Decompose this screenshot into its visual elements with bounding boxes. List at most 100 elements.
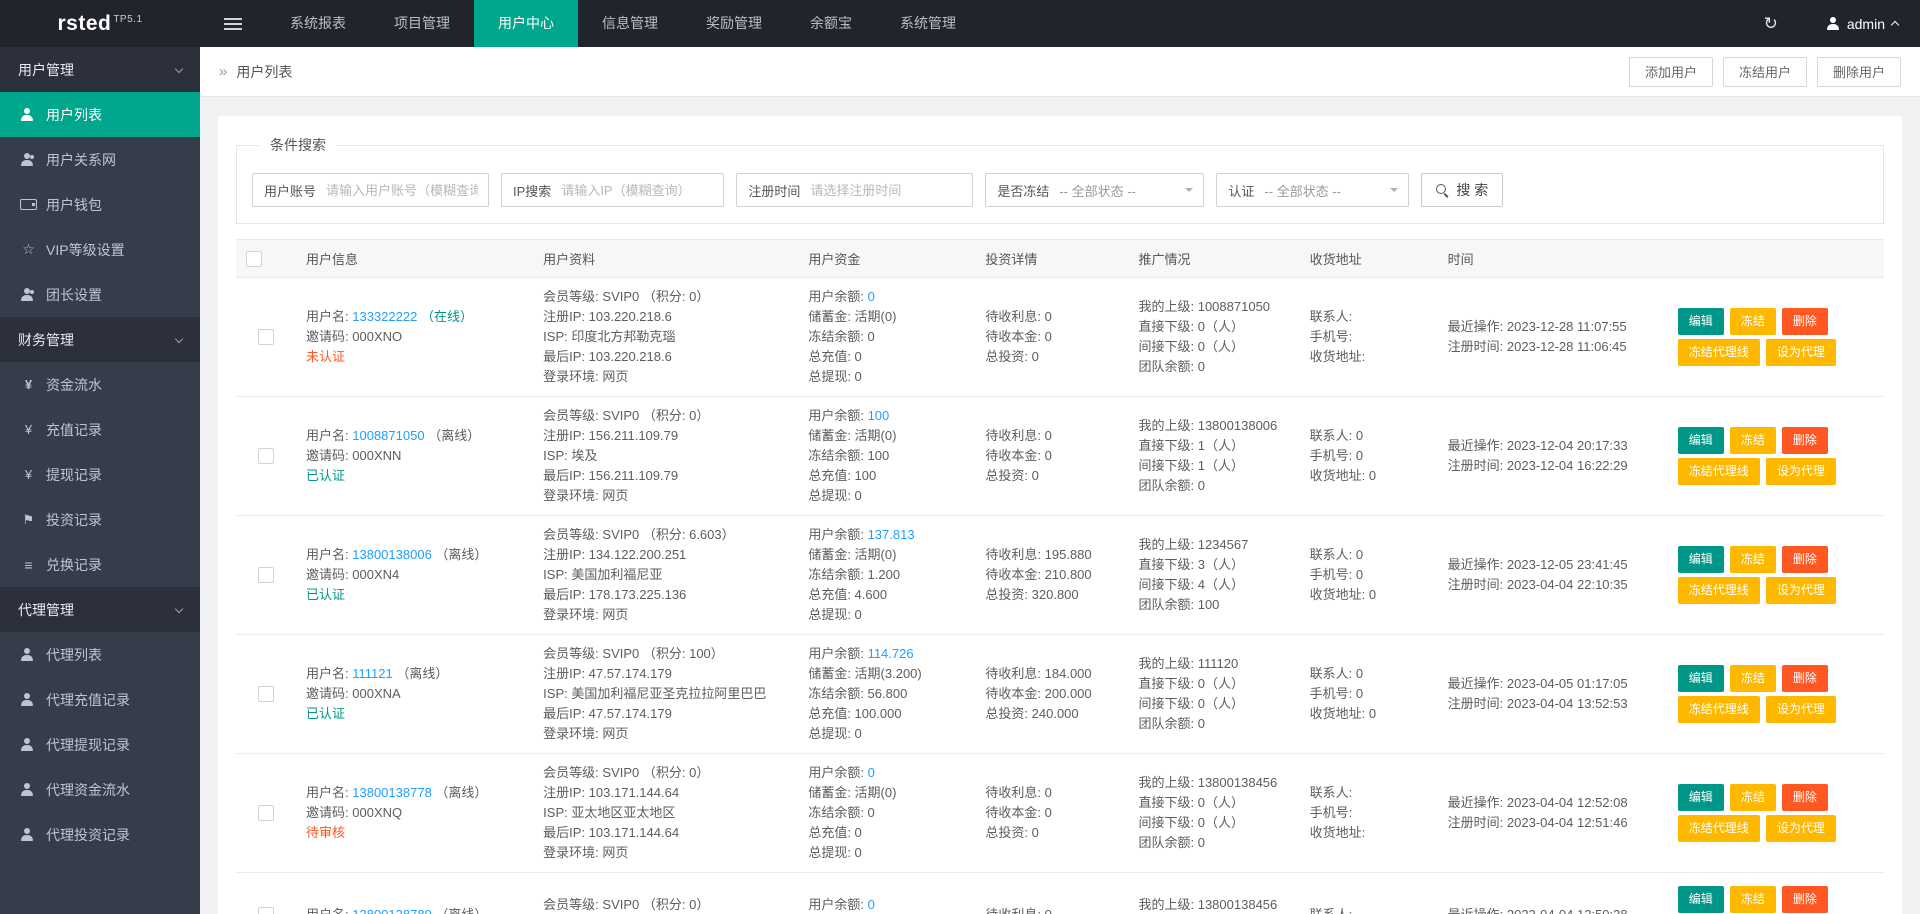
select-all-checkbox[interactable] xyxy=(246,250,262,267)
freeze-button[interactable]: 冻结 xyxy=(1729,665,1776,692)
filter-text-input[interactable] xyxy=(555,174,724,206)
sidebar-item[interactable]: 代理资金流水 xyxy=(0,767,200,812)
set-agent-button[interactable]: 设为代理 xyxy=(1765,339,1836,366)
admin-menu[interactable]: admin xyxy=(1804,0,1920,47)
user-funds-cell: 用户余额: 137.813 储蓄金: 活期(0) 冻结余额: 1.200 总充值: 4… xyxy=(798,515,976,635)
chevron-down-icon xyxy=(174,64,184,73)
sidebar-item[interactable]: 代理充值记录 xyxy=(0,677,200,722)
page-action-button[interactable]: 添加用户 xyxy=(1628,56,1713,87)
sidebar-item[interactable]: 代理投资记录 xyxy=(0,812,200,857)
freeze-agent-line-button[interactable]: 冻结代理线 xyxy=(1677,458,1760,485)
yen-icon xyxy=(20,422,37,437)
filter-text-input[interactable] xyxy=(320,174,489,206)
sidebar-item[interactable]: 兑换记录 xyxy=(0,542,200,587)
edit-button[interactable]: 编辑 xyxy=(1677,886,1724,913)
delete-button[interactable]: 删除 xyxy=(1781,308,1828,335)
nav-item[interactable]: 奖励管理 xyxy=(682,0,786,47)
username-link[interactable]: 1008871050 xyxy=(352,428,424,443)
page-action-button[interactable]: 冻结用户 xyxy=(1722,56,1807,87)
sidebar-group[interactable]: 财务管理 xyxy=(0,317,200,362)
freeze-button[interactable]: 冻结 xyxy=(1729,784,1776,811)
nav-item[interactable]: 项目管理 xyxy=(370,0,474,47)
set-agent-button[interactable]: 设为代理 xyxy=(1765,815,1836,842)
delete-button[interactable]: 删除 xyxy=(1781,665,1828,692)
sidebar-item[interactable]: 用户钱包 xyxy=(0,182,200,227)
balance-link[interactable]: 0 xyxy=(868,765,875,780)
balance-link[interactable]: 0 xyxy=(868,897,875,912)
invest-line: 总投资: 0 xyxy=(985,825,1039,840)
balance-link[interactable]: 0 xyxy=(868,289,875,304)
time-line: 最近操作: 2023-04-04 12:52:08 xyxy=(1447,795,1628,810)
row-checkbox[interactable] xyxy=(258,805,275,822)
freeze-button[interactable]: 冻结 xyxy=(1729,427,1776,454)
refresh-button[interactable]: ↻ xyxy=(1738,0,1804,47)
sidebar-item[interactable]: 团长设置 xyxy=(0,272,200,317)
sidebar-item[interactable]: 充值记录 xyxy=(0,407,200,452)
row-checkbox[interactable] xyxy=(258,329,275,346)
sidebar-item[interactable]: 投资记录 xyxy=(0,497,200,542)
user-icon xyxy=(20,648,37,661)
promo-line: 团队余额: 100 xyxy=(1138,597,1220,612)
username-link[interactable]: 111121 xyxy=(352,666,393,681)
username-link[interactable]: 13800138006 xyxy=(352,547,432,562)
row-checkbox[interactable] xyxy=(258,448,275,465)
promo-line: 直接下级: 0（人） xyxy=(1138,676,1244,691)
username-link[interactable]: 13800138789 xyxy=(352,907,432,914)
set-agent-button[interactable]: 设为代理 xyxy=(1765,696,1836,723)
edit-button[interactable]: 编辑 xyxy=(1677,665,1724,692)
edit-button[interactable]: 编辑 xyxy=(1677,427,1724,454)
row-actions-cell: 编辑冻结删除冻结代理线设为代理 xyxy=(1667,396,1884,516)
row-checkbox[interactable] xyxy=(258,567,275,584)
sidebar-item[interactable]: 用户关系网 xyxy=(0,137,200,182)
balance-link[interactable]: 137.813 xyxy=(868,527,915,542)
nav-item[interactable]: 系统报表 xyxy=(266,0,370,47)
row-select-cell xyxy=(236,277,297,397)
filter-text-input[interactable] xyxy=(804,174,973,206)
edit-button[interactable]: 编辑 xyxy=(1677,308,1724,335)
delete-button[interactable]: 删除 xyxy=(1781,427,1828,454)
row-checkbox[interactable] xyxy=(258,686,275,703)
page-action-button[interactable]: 删除用户 xyxy=(1816,56,1901,87)
promo-line: 直接下级: 1（人） xyxy=(1138,438,1244,453)
freeze-button[interactable]: 冻结 xyxy=(1729,308,1776,335)
sidebar-item[interactable]: 提现记录 xyxy=(0,452,200,497)
sidebar-item[interactable]: 用户列表 xyxy=(0,92,200,137)
sidebar-group[interactable]: 代理管理 xyxy=(0,587,200,632)
freeze-agent-line-button[interactable]: 冻结代理线 xyxy=(1677,339,1760,366)
user-icon xyxy=(1826,17,1840,30)
sidebar-toggle-button[interactable] xyxy=(200,0,266,47)
edit-button[interactable]: 编辑 xyxy=(1677,546,1724,573)
freeze-button[interactable]: 冻结 xyxy=(1729,886,1776,913)
sidebar-item[interactable]: 资金流水 xyxy=(0,362,200,407)
freeze-button[interactable]: 冻结 xyxy=(1729,546,1776,573)
nav-item[interactable]: 余额宝 xyxy=(786,0,876,47)
set-agent-button[interactable]: 设为代理 xyxy=(1765,577,1836,604)
freeze-agent-line-button[interactable]: 冻结代理线 xyxy=(1677,815,1760,842)
set-agent-button[interactable]: 设为代理 xyxy=(1765,458,1836,485)
nav-item[interactable]: 信息管理 xyxy=(578,0,682,47)
row-checkbox[interactable] xyxy=(258,907,275,914)
invest-line: 待收利息: 0 xyxy=(985,428,1052,443)
balance-link[interactable]: 100 xyxy=(868,408,890,423)
sidebar-item[interactable]: VIP等级设置 xyxy=(0,227,200,272)
delete-button[interactable]: 删除 xyxy=(1781,886,1828,913)
filter-select[interactable]: 认证 -- 全部状态 -- xyxy=(1216,173,1410,207)
filter-select[interactable]: 是否冻结 -- 全部状态 -- xyxy=(985,173,1205,207)
username-link[interactable]: 133322222 xyxy=(352,309,417,324)
delete-button[interactable]: 删除 xyxy=(1781,546,1828,573)
delete-button[interactable]: 删除 xyxy=(1781,784,1828,811)
invest-line: 总投资: 240.000 xyxy=(985,706,1079,721)
nav-item[interactable]: 用户中心 xyxy=(474,0,578,47)
search-button[interactable]: 搜 索 xyxy=(1421,173,1504,207)
sidebar-group[interactable]: 用户管理 xyxy=(0,47,200,92)
balance-link[interactable]: 114.726 xyxy=(868,646,914,661)
sidebar-item[interactable]: 代理列表 xyxy=(0,632,200,677)
invest-line: 待收利息: 184.000 xyxy=(985,666,1092,681)
freeze-agent-line-button[interactable]: 冻结代理线 xyxy=(1677,696,1760,723)
nav-item[interactable]: 系统管理 xyxy=(876,0,980,47)
freeze-agent-line-button[interactable]: 冻结代理线 xyxy=(1677,577,1760,604)
edit-button[interactable]: 编辑 xyxy=(1677,784,1724,811)
user-name-label: 用户名: xyxy=(306,428,353,443)
username-link[interactable]: 13800138778 xyxy=(352,785,432,800)
sidebar-item[interactable]: 代理提现记录 xyxy=(0,722,200,767)
